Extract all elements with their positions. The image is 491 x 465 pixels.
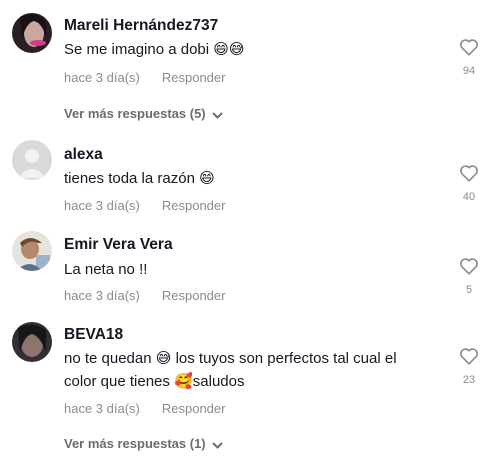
- comment-text: La neta no !!: [64, 261, 148, 278]
- emoji: 😄😅: [213, 41, 245, 58]
- comment-text: Se me imagino a dobi 😄😅: [64, 41, 245, 58]
- chevron-down-icon: [211, 107, 223, 122]
- username[interactable]: Emir Vera Vera: [64, 236, 173, 254]
- timestamp: hace 3 día(s): [64, 70, 140, 85]
- reply-button[interactable]: Responder: [162, 70, 226, 85]
- like-count: 23: [462, 374, 476, 386]
- timestamp: hace 3 día(s): [64, 288, 140, 303]
- comment-meta: hace 3 día(s) Responder: [64, 70, 225, 85]
- view-more-replies[interactable]: Ver más respuestas (1): [64, 436, 223, 452]
- emoji: 😄: [199, 170, 215, 187]
- reply-button[interactable]: Responder: [162, 198, 226, 213]
- avatar[interactable]: [12, 140, 52, 180]
- reply-button[interactable]: Responder: [162, 288, 226, 303]
- chevron-down-icon: [211, 437, 223, 452]
- timestamp: hace 3 día(s): [64, 401, 140, 416]
- comment-meta: hace 3 día(s) Responder: [64, 401, 225, 416]
- heart-outline-icon[interactable]: [459, 347, 479, 365]
- like-button[interactable]: 5: [457, 257, 481, 296]
- timestamp: hace 3 día(s): [64, 198, 140, 213]
- like-button[interactable]: 23: [457, 347, 481, 386]
- like-button[interactable]: 40: [457, 164, 481, 203]
- like-count: 5: [465, 284, 473, 296]
- comment-meta: hace 3 día(s) Responder: [64, 288, 225, 303]
- comment-meta: hace 3 día(s) Responder: [64, 198, 225, 213]
- like-button[interactable]: 94: [457, 38, 481, 77]
- like-count: 40: [462, 191, 476, 203]
- avatar[interactable]: [12, 231, 52, 271]
- like-count: 94: [462, 65, 476, 77]
- username[interactable]: alexa: [64, 146, 103, 164]
- emoji: 🥰: [174, 373, 193, 390]
- username[interactable]: BEVA18: [64, 326, 123, 344]
- avatar[interactable]: [12, 13, 52, 53]
- comment-text: no te quedan 😅 los tuyos son perfectos t…: [64, 350, 397, 390]
- avatar[interactable]: [12, 322, 52, 362]
- heart-outline-icon[interactable]: [459, 38, 479, 56]
- comment-text: tienes toda la razón 😄: [64, 170, 215, 187]
- reply-button[interactable]: Responder: [162, 401, 226, 416]
- username[interactable]: Mareli Hernández737: [64, 17, 218, 35]
- heart-outline-icon[interactable]: [459, 257, 479, 275]
- view-more-replies[interactable]: Ver más respuestas (5): [64, 106, 223, 122]
- heart-outline-icon[interactable]: [459, 164, 479, 182]
- emoji: 😅: [155, 350, 172, 367]
